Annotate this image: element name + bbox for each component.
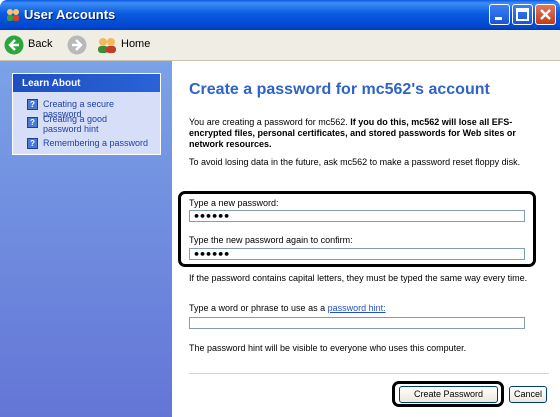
sidebar-item-label: Creating a good password hint [43,114,108,134]
confirm-password-label: Type the new password again to confirm: [189,235,353,245]
users-home-icon [98,38,116,53]
divider [189,373,549,374]
help-icon: ? [27,117,38,128]
minimize-icon [495,17,502,20]
sidebar-item-good-hint[interactable]: ? Creating a good password hint [27,114,143,134]
back-label: Back [28,38,53,50]
hint-visibility-note: The password hint will be visible to eve… [189,343,467,353]
confirm-password-field[interactable]: •••••• [189,248,525,261]
hint-label: Type a word or phrase to use as a passwo… [189,303,533,314]
minimize-button[interactable] [489,4,510,25]
back-arrow-icon [4,35,24,55]
close-button[interactable] [535,4,556,25]
password-hint-field[interactable] [189,317,525,329]
page-title: Create a password for mc562's account [189,81,490,98]
title-bar: User Accounts [0,0,560,30]
main-content: Create a password for mc562's account Yo… [173,61,560,417]
create-password-button[interactable]: Create Password [399,386,498,403]
cancel-button[interactable]: Cancel [509,386,547,403]
case-sensitivity-note: If the password contains capital letters… [189,273,528,283]
window-title: User Accounts [24,7,116,22]
close-icon [540,9,551,20]
sidebar-item-remembering-password[interactable]: ? Remembering a password [27,138,153,149]
home-label: Home [121,38,151,50]
user-accounts-icon [7,9,19,21]
help-icon: ? [27,138,38,149]
warning-text: You are creating a password for mc562. I… [189,117,533,150]
navigation-toolbar: Back Home [0,30,560,61]
maximize-button[interactable] [512,4,533,25]
forward-arrow-icon[interactable] [67,35,87,55]
task-pane: Learn About ? Creating a secure password… [0,61,172,417]
confirm-password-value: •••••• [193,248,230,261]
learn-about-panel: Learn About ? Creating a secure password… [12,73,161,155]
password-hint-link[interactable]: password hint: [328,303,386,313]
hint-label-prefix: Type a word or phrase to use as a [189,303,328,313]
help-icon: ? [27,99,38,110]
sidebar-item-label: Remembering a password [43,138,149,148]
learn-about-heading: Learn About [13,74,160,92]
new-password-label: Type a new password: [189,198,279,208]
maximize-icon [516,8,529,21]
new-password-value: •••••• [193,210,230,223]
reset-disk-text: To avoid losing data in the future, ask … [189,157,521,167]
new-password-field[interactable]: •••••• [189,210,525,223]
intro-text: You are creating a password for mc562. [189,117,351,127]
